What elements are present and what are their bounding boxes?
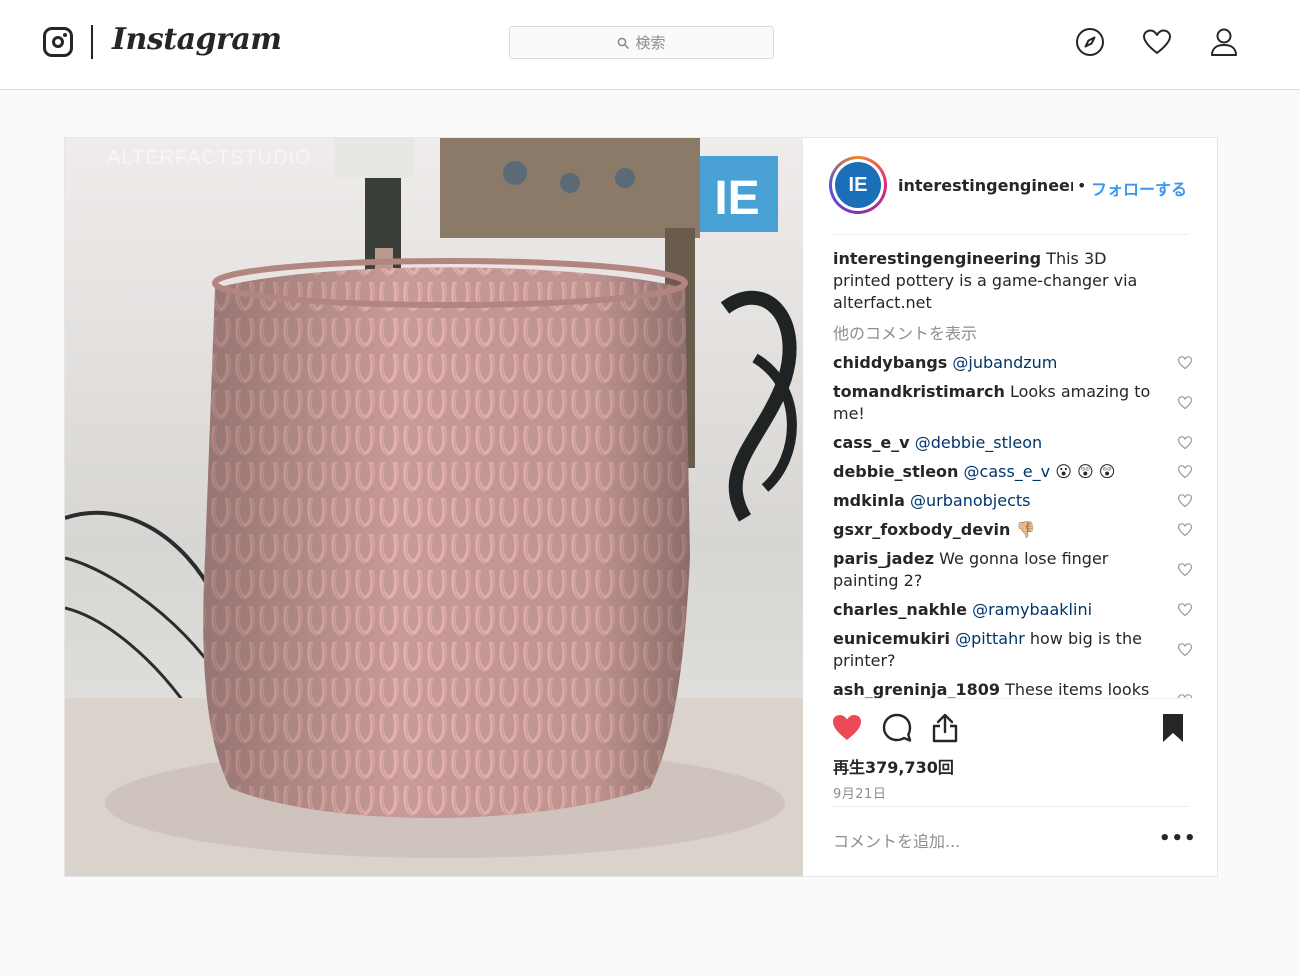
comment-item: paris_jadez We gonna lose finger paintin… — [833, 548, 1195, 592]
pottery-video-frame: IE ALTERFACTSTUDIO — [65, 138, 803, 876]
comment-item: ash_greninja_1809 These items looks like… — [833, 679, 1195, 698]
header-divider — [831, 234, 1189, 235]
comment-like-heart-icon[interactable] — [1177, 602, 1193, 618]
instagram-wordmark[interactable]: Instagram — [112, 22, 282, 57]
add-comment-divider — [831, 806, 1189, 807]
comment-text: 😮 😲 😲 — [1050, 462, 1116, 481]
search-box[interactable]: 検索 — [509, 26, 774, 59]
comment-username[interactable]: gsxr_foxbody_devin — [833, 520, 1010, 539]
post-video[interactable]: IE ALTERFACTSTUDIO — [65, 138, 803, 876]
camera-dot — [63, 33, 67, 37]
actions-divider — [831, 698, 1189, 699]
comment-item: tomandkristimarch Looks amazing to me! — [833, 381, 1195, 425]
comment-username[interactable]: tomandkristimarch — [833, 382, 1005, 401]
heart-outline-graphic — [1143, 29, 1171, 54]
comment-username[interactable]: charles_nakhle — [833, 600, 967, 619]
comment-item: debbie_stleon @cass_e_v 😮 😲 😲 — [833, 461, 1195, 483]
comment-item: mdkinla @urbanobjects — [833, 490, 1195, 512]
comment-username[interactable]: ash_greninja_1809 — [833, 680, 1000, 698]
avatar-logo: IE — [835, 162, 881, 208]
comment-username[interactable]: chiddybangs — [833, 353, 947, 372]
comment-like-heart-icon[interactable] — [1177, 493, 1193, 509]
ie-logo-badge: IE — [714, 172, 759, 225]
comments-list: interestingengineering This 3D printed p… — [833, 248, 1195, 698]
camera-lens — [52, 36, 64, 48]
post-card: IE ALTERFACTSTUDIO IE interestingenginee… — [64, 137, 1218, 877]
comment-username[interactable]: eunicemukiri — [833, 629, 950, 648]
post-header: IE interestingengineeri • フォローする — [803, 138, 1217, 234]
comment-item: charles_nakhle @ramybaaklini — [833, 599, 1195, 621]
comment-mention[interactable]: @jubandzum — [952, 353, 1057, 372]
post-date[interactable]: 9月21日 — [833, 783, 886, 802]
like-heart-icon[interactable] — [831, 712, 863, 744]
share-icon[interactable] — [929, 712, 961, 744]
alterfact-watermark: ALTERFACTSTUDIO — [107, 147, 312, 169]
comment-text: 👎🏼 — [1010, 520, 1036, 539]
comment-username[interactable]: cass_e_v — [833, 433, 910, 452]
comment-username[interactable]: paris_jadez — [833, 549, 934, 568]
compass-icon-graphic — [1076, 28, 1104, 56]
profile-icon-graphic — [1211, 28, 1237, 56]
compass-icon[interactable] — [1072, 24, 1108, 60]
comment-like-heart-icon[interactable] — [1177, 435, 1193, 451]
story-ring[interactable]: IE — [829, 156, 887, 214]
comment-item: chiddybangs @jubandzum — [833, 352, 1195, 374]
comment-bubble-icon[interactable] — [881, 712, 913, 744]
profile-icon[interactable] — [1206, 24, 1242, 60]
comment-like-heart-icon[interactable] — [1177, 522, 1193, 538]
separator-bullet: • — [1077, 176, 1087, 195]
activity-heart-icon[interactable] — [1139, 24, 1175, 60]
comment-item: eunicemukiri @pittahr how big is the pri… — [833, 628, 1195, 672]
post-username[interactable]: interestingengineeri — [898, 176, 1073, 195]
view-count[interactable]: 再生379,730回 — [833, 754, 954, 778]
comment-like-heart-icon[interactable] — [1177, 355, 1193, 371]
instagram-camera-icon[interactable] — [43, 27, 73, 57]
comment-like-heart-icon[interactable] — [1177, 642, 1193, 658]
comment-mention[interactable]: @debbie_stleon — [915, 433, 1042, 452]
comment-item: gsxr_foxbody_devin 👎🏼 — [833, 519, 1195, 541]
comment-like-heart-icon[interactable] — [1177, 562, 1193, 578]
caption-username[interactable]: interestingengineering — [833, 249, 1041, 268]
logo-divider — [91, 25, 93, 59]
comment-mention[interactable]: @cass_e_v — [964, 462, 1051, 481]
comment-mention[interactable]: @pittahr — [955, 629, 1025, 648]
avatar: IE — [832, 159, 884, 211]
comment-mention[interactable]: @urbanobjects — [910, 491, 1030, 510]
comment-like-heart-icon[interactable] — [1177, 464, 1193, 480]
comment-username[interactable]: debbie_stleon — [833, 462, 958, 481]
more-options-icon[interactable]: ••• — [1159, 828, 1197, 849]
comment-mention[interactable]: @ramybaaklini — [972, 600, 1092, 619]
load-more-comments-link[interactable]: 他のコメントを表示 — [833, 320, 1195, 344]
bookmark-icon[interactable] — [1157, 712, 1189, 744]
comment-like-heart-icon[interactable] — [1177, 395, 1193, 411]
post-sidebar: IE interestingengineeri • フォローする interes… — [803, 138, 1217, 876]
follow-button[interactable]: フォローする — [1091, 176, 1191, 200]
comment-username[interactable]: mdkinla — [833, 491, 905, 510]
post-caption: interestingengineering This 3D printed p… — [833, 248, 1195, 314]
comment-item: cass_e_v @debbie_stleon — [833, 432, 1195, 454]
top-navigation-bar: Instagram 検索 — [0, 0, 1300, 90]
